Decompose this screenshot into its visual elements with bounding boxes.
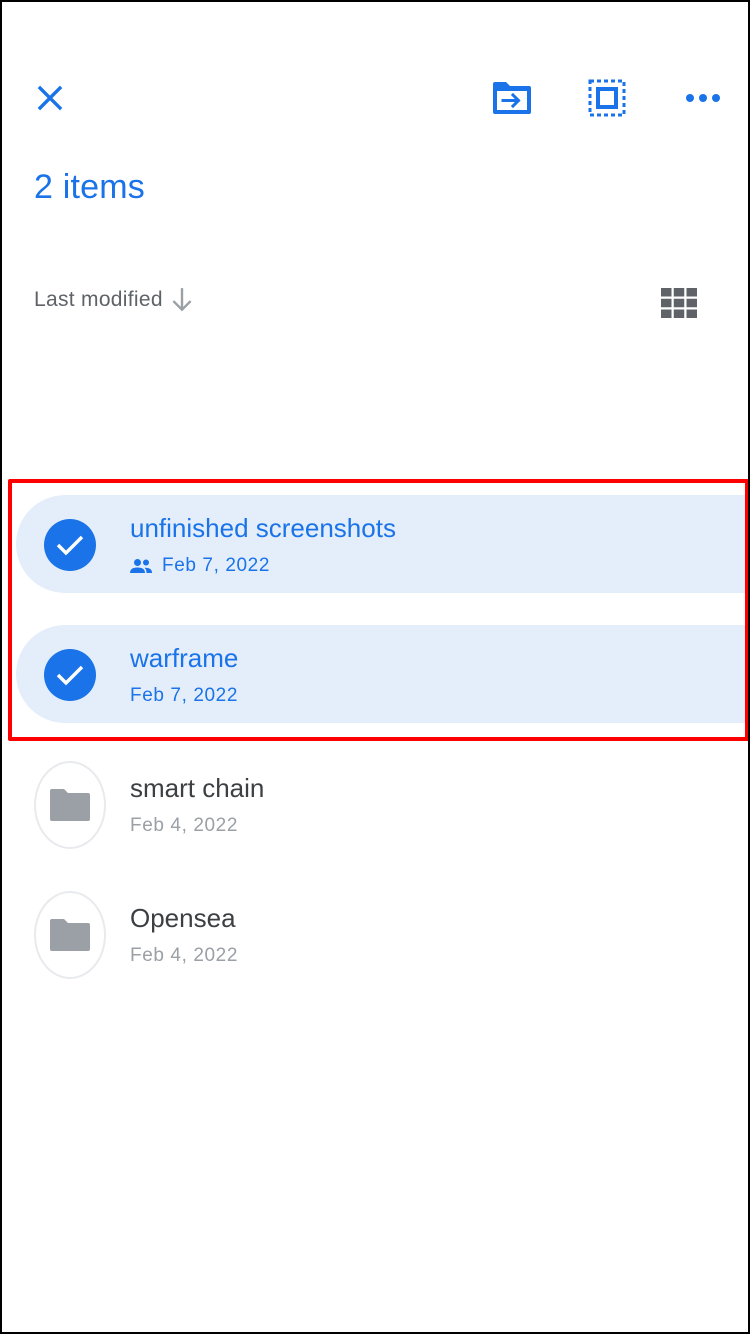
select-all-icon xyxy=(588,79,626,117)
folder-icon xyxy=(50,789,90,821)
close-button[interactable] xyxy=(26,74,74,122)
file-meta: Feb 4, 2022 xyxy=(130,945,238,967)
checkmark-icon xyxy=(56,535,84,556)
folder-thumbnail xyxy=(34,761,106,849)
file-name: unfinished screenshots xyxy=(130,513,396,543)
shared-people-icon xyxy=(130,559,152,573)
app-screen: 2 items Last modified unfinished screens… xyxy=(0,0,750,1334)
file-meta: Feb 7, 2022 xyxy=(130,685,238,707)
arrow-down-icon xyxy=(172,288,192,312)
more-horizontal-icon xyxy=(686,94,720,102)
select-all-button[interactable] xyxy=(582,74,632,122)
sort-label: Last modified xyxy=(34,288,163,311)
selection-indicator[interactable] xyxy=(34,639,106,711)
file-name: warframe xyxy=(130,643,239,673)
file-name: smart chain xyxy=(130,773,265,803)
file-meta: Feb 7, 2022 xyxy=(130,555,270,577)
file-date: Feb 7, 2022 xyxy=(130,685,239,706)
folder-icon xyxy=(50,919,90,951)
selection-indicator[interactable] xyxy=(34,509,106,581)
checkmark-circle xyxy=(44,649,96,701)
checkmark-icon xyxy=(56,665,84,686)
file-row-smart-chain[interactable]: smart chain Feb 4, 2022 xyxy=(16,755,748,853)
file-row-warframe[interactable]: warframe Feb 7, 2022 xyxy=(16,625,748,723)
file-meta: Feb 4, 2022 xyxy=(130,815,238,837)
checkmark-circle xyxy=(44,519,96,571)
file-date: Feb 4, 2022 xyxy=(130,945,239,966)
grid-view-button[interactable] xyxy=(654,280,704,326)
move-to-folder-button[interactable] xyxy=(486,74,538,122)
file-row-unfinished-screenshots[interactable]: unfinished screenshots Feb 7, 2022 xyxy=(16,495,748,593)
file-date: Feb 7, 2022 xyxy=(162,555,271,576)
close-icon xyxy=(37,85,63,111)
file-date: Feb 4, 2022 xyxy=(130,815,239,836)
move-to-folder-icon xyxy=(493,82,531,114)
sort-control[interactable]: Last modified xyxy=(34,286,195,314)
file-name: Opensea xyxy=(130,903,236,933)
grid-view-icon xyxy=(661,288,697,318)
file-row-opensea[interactable]: Opensea Feb 4, 2022 xyxy=(16,885,748,983)
folder-thumbnail xyxy=(34,891,106,979)
selection-count: 2 items xyxy=(34,168,145,206)
more-options-button[interactable] xyxy=(678,74,728,122)
